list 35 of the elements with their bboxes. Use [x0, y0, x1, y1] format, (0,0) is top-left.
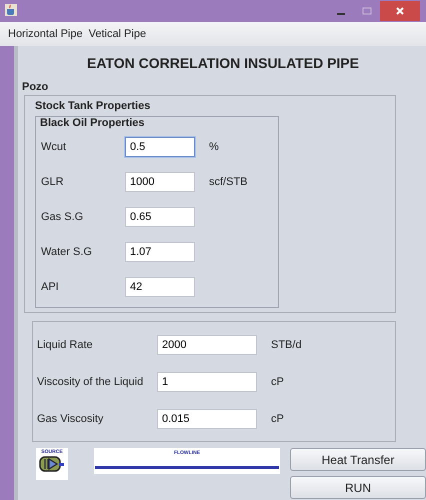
menu-item[interactable]: Horizontal Pipe	[8, 28, 83, 40]
close-icon	[395, 6, 405, 16]
close-button[interactable]	[380, 1, 420, 21]
group-title: Stock Tank Properties	[35, 100, 152, 112]
input-field[interactable]: 0.5	[125, 136, 195, 156]
unit-label: %	[209, 140, 219, 152]
input-field[interactable]: 0.015	[157, 408, 257, 428]
input-field[interactable]: 2000	[157, 334, 257, 354]
coffee-cup-icon	[4, 3, 18, 17]
form-heading: EATON CORRELATION INSULATED PIPE	[86, 54, 360, 73]
minimize-icon	[337, 13, 345, 15]
field-label: Wcut	[40, 140, 68, 152]
field-label: Gas Viscosity	[37, 412, 104, 424]
action-button[interactable]: Heat Transfer	[290, 448, 426, 471]
field-label: Gas S.G	[40, 210, 84, 222]
field-label: GLR	[40, 176, 65, 188]
unit-label: scf/STB	[209, 176, 248, 188]
input-field[interactable]: 0.65	[125, 206, 195, 226]
input-field[interactable]: 1.07	[125, 242, 195, 262]
unit-label: cP	[271, 412, 284, 424]
menu-item[interactable]: Vetical Pipe	[88, 28, 146, 40]
field-label: API	[40, 280, 60, 292]
action-button[interactable]: RUN	[290, 476, 426, 499]
input-field[interactable]: 1000	[125, 172, 195, 192]
field-label: Liquid Rate	[37, 338, 94, 350]
input-field[interactable]: 1	[157, 372, 257, 392]
unit-label: cP	[271, 376, 284, 388]
maximize-icon	[362, 6, 372, 16]
field-label: Water S.G	[40, 246, 93, 258]
input-field[interactable]: 42	[125, 276, 195, 296]
unit-label: STB/d	[271, 338, 302, 350]
section-label: Pozo	[21, 81, 50, 93]
pump-icon	[39, 455, 65, 473]
field-label: Viscosity of the Liquid	[37, 376, 144, 388]
group-title: Black Oil Properties	[40, 117, 146, 129]
